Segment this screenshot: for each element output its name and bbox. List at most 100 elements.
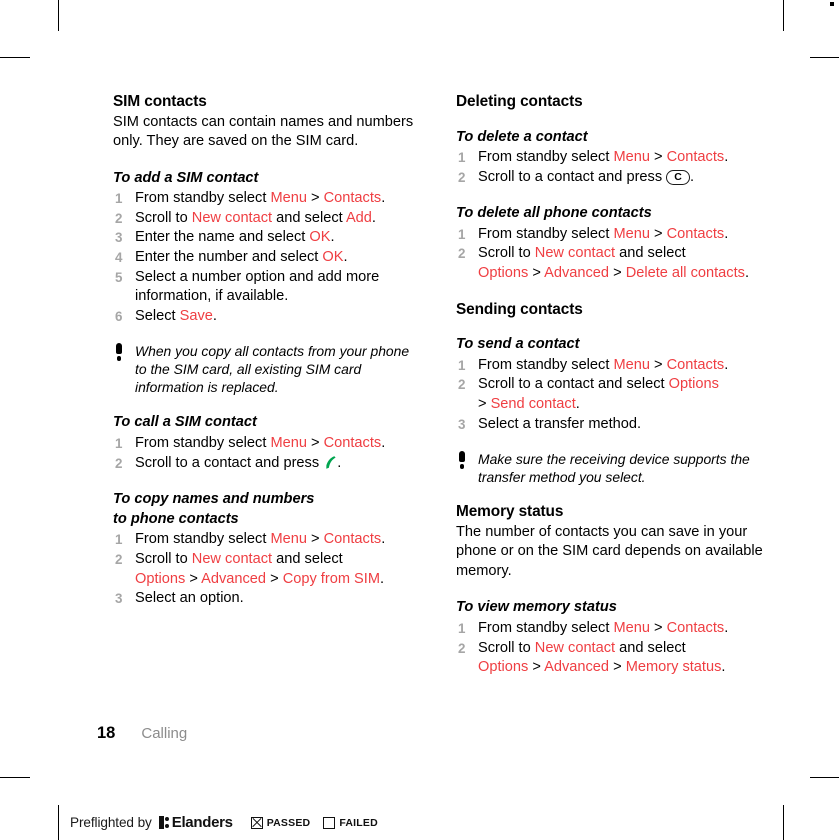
heading-deleting-contacts: Deleting contacts <box>456 93 583 110</box>
menu-path-token: Contacts <box>666 620 725 636</box>
manual-page: SIM contacts SIM contacts can contain na… <box>0 0 839 790</box>
steps-to-delete-a-contact: From standby select Menu > Contacts. Scro… <box>456 148 766 187</box>
procedure-step: Enter the name and select OK. <box>113 228 423 248</box>
step-text: . <box>381 190 386 207</box>
menu-path-token: OK <box>322 249 344 266</box>
step-text: Select <box>135 307 180 324</box>
step-text: . <box>380 570 385 587</box>
step-text: > <box>609 265 626 282</box>
step-text: From standby select <box>478 225 614 242</box>
step-text: Scroll to a contact and press <box>478 168 667 185</box>
step-text: > <box>649 225 667 242</box>
preflight-content: Preflighted by Elanders PASSED FAILED <box>70 814 378 831</box>
step-text: > <box>478 395 491 412</box>
heading-to-view-memory-status: To view memory status <box>456 599 617 616</box>
heading-to-send-a-contact: To send a contact <box>456 336 580 353</box>
menu-path-token: Contacts <box>323 190 382 207</box>
steps-to-send-a-contact: From standby select Menu > Contacts. Scro… <box>456 356 766 434</box>
heading-memory-status: Memory status <box>456 503 564 521</box>
menu-path-token: New contact <box>534 245 616 262</box>
step-text: Scroll to <box>478 639 535 656</box>
step-text: > <box>306 531 324 548</box>
menu-path-token: Options <box>135 570 186 587</box>
step-text: . <box>575 395 580 412</box>
menu-path-token: Advanced <box>544 659 610 676</box>
procedure-step: Scroll to a contact and press C. <box>456 168 766 188</box>
step-text: Scroll to <box>135 209 192 226</box>
procedure-step: From standby select Menu > Contacts. <box>113 530 423 550</box>
step-text: Scroll to <box>135 551 192 567</box>
menu-path-token: Menu <box>613 149 650 166</box>
failed-label: FAILED <box>339 816 378 829</box>
preflight-label: Preflighted by <box>70 815 152 830</box>
heading-sending-contacts: Sending contacts <box>456 300 583 318</box>
procedure-step: Select Save. <box>113 307 423 327</box>
note-text: Make sure the receiving device supports … <box>478 451 750 486</box>
step-text: > <box>609 659 626 676</box>
right-column: Deleting contacts To delete a contact Fr… <box>456 92 766 678</box>
step-text: Scroll to a contact and select <box>478 376 669 393</box>
step-text: Scroll to <box>478 245 535 262</box>
menu-path-token: Menu <box>613 225 650 242</box>
menu-path-token: Options <box>668 376 719 393</box>
heading-to-delete-all-phone-contacts: To delete all phone contacts <box>456 205 652 222</box>
exclamation-icon <box>458 451 467 469</box>
heading-line-1: To copy names and numbers <box>113 491 315 508</box>
step-text: . <box>744 265 749 282</box>
step-text: . <box>724 620 729 636</box>
procedure-step: From standby select Menu > Contacts. <box>456 148 766 168</box>
steps-to-call-a-sim-contact: From standby select Menu > Contacts. Scro… <box>113 434 423 473</box>
step-text: From standby select <box>478 620 614 636</box>
step-text: Scroll to a contact and press <box>135 454 324 471</box>
step-text: From standby select <box>135 531 271 548</box>
menu-path-token: Menu <box>613 356 650 373</box>
step-text: Enter the name and select <box>135 229 310 246</box>
procedure-step: Scroll to a contact and press . <box>113 454 423 474</box>
steps-to-view-memory-status: From standby select Menu > Contacts. Scro… <box>456 619 766 678</box>
step-text: > <box>649 149 667 166</box>
page-number: 18 <box>97 724 116 742</box>
procedure-step: Scroll to New contact and select Options… <box>456 244 766 283</box>
menu-path-token: Options <box>478 659 529 676</box>
step-text: Select a number option and add more info… <box>135 268 380 305</box>
left-column: SIM contacts SIM contacts can contain na… <box>113 92 423 609</box>
procedure-step: Scroll to New contact and select Options… <box>113 550 423 589</box>
checkbox-checked-icon <box>250 816 263 829</box>
step-text: . <box>724 225 729 242</box>
menu-path-token: New contact <box>191 209 273 226</box>
heading-line-2: to phone contacts <box>113 510 239 527</box>
procedure-step: From standby select Menu > Contacts. <box>456 619 766 639</box>
step-text: Select a transfer method. <box>478 415 642 432</box>
elanders-logo: Elanders <box>158 814 233 831</box>
call-key-icon <box>326 455 336 469</box>
menu-path-token: Options <box>478 265 529 282</box>
note-receiving-device-support: Make sure the receiving device supports … <box>456 450 766 486</box>
step-text: . <box>381 531 386 548</box>
step-text: . <box>724 356 729 373</box>
step-text: . <box>371 209 376 226</box>
menu-path-token: Contacts <box>666 149 725 166</box>
paragraph-sim-contacts-intro: SIM contacts can contain names and numbe… <box>113 113 414 150</box>
menu-path-token: Save <box>179 307 213 324</box>
preflight-divider <box>58 807 59 838</box>
heading-to-add-a-sim-contact: To add a SIM contact <box>113 169 259 186</box>
elanders-mark-icon <box>158 816 170 829</box>
menu-path-token: New contact <box>534 639 616 656</box>
menu-path-token: Contacts <box>666 225 725 242</box>
two-column-body: SIM contacts SIM contacts can contain na… <box>0 92 839 678</box>
clear-key-icon: C <box>666 169 690 185</box>
procedure-step: Enter the number and select OK. <box>113 248 423 268</box>
step-text: > <box>649 356 667 373</box>
note-copy-all-contacts: When you copy all contacts from your pho… <box>113 342 423 396</box>
menu-path-token: Menu <box>270 190 307 207</box>
menu-path-token: Contacts <box>323 435 382 452</box>
heading-to-copy-names-and-numbers: To copy names and numbers to phone conta… <box>113 490 423 529</box>
passed-label: PASSED <box>266 816 311 829</box>
step-text: > <box>649 620 667 636</box>
step-text: > <box>266 570 283 587</box>
step-text: . <box>690 168 695 185</box>
step-text: . <box>724 149 729 166</box>
menu-path-token: New contact <box>191 551 273 567</box>
heading-sim-contacts: SIM contacts <box>113 93 207 110</box>
step-text: From standby select <box>478 356 614 373</box>
